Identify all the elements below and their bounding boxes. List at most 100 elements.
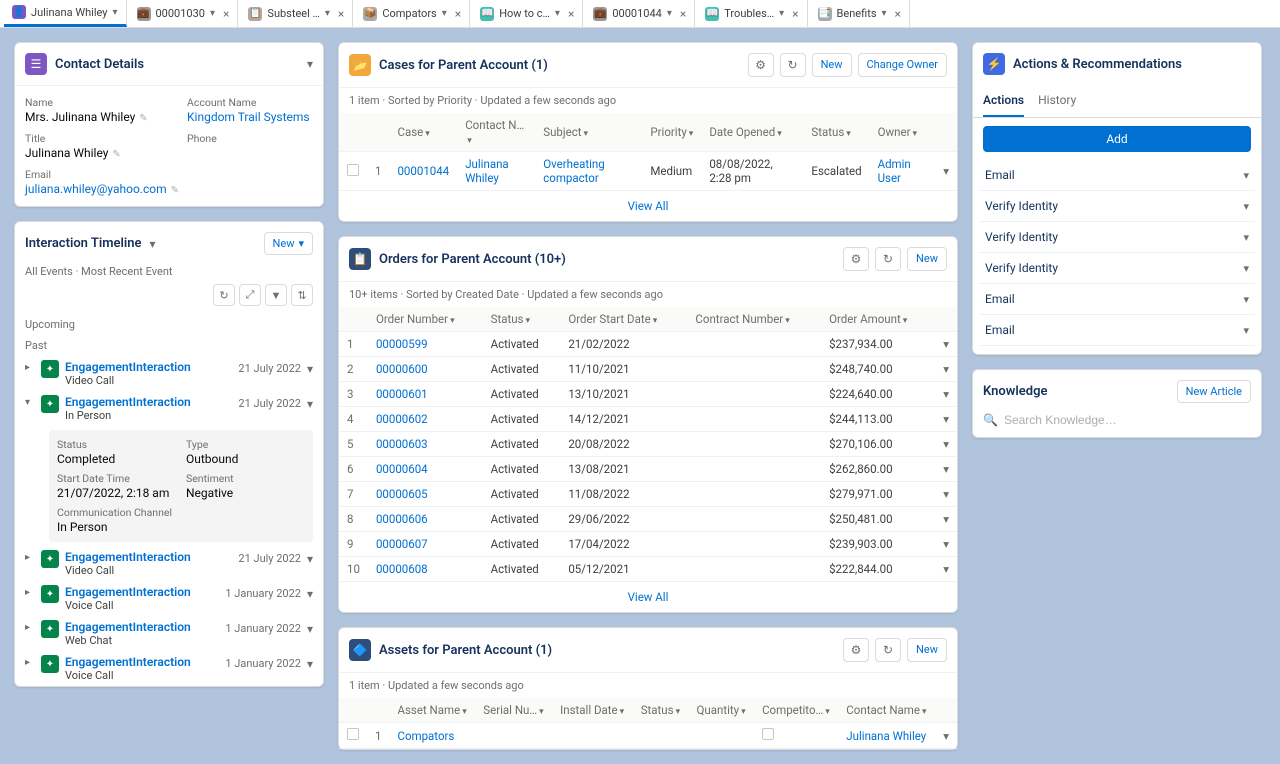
close-icon[interactable]: × bbox=[792, 7, 798, 21]
column-header[interactable]: Contract Number▾ bbox=[687, 307, 821, 332]
chevron-down-icon[interactable]: ▾ bbox=[1243, 262, 1249, 275]
table-row[interactable]: 100000599Activated21/02/2022$237,934.00▾ bbox=[339, 332, 957, 357]
row-menu-icon[interactable]: ▾ bbox=[935, 482, 957, 507]
order-number-link[interactable]: 00000604 bbox=[368, 457, 483, 482]
field-value-email[interactable]: juliana.whiley@yahoo.com✎ bbox=[25, 182, 179, 196]
workspace-tab[interactable]: 📖Troubles…▾× bbox=[697, 0, 807, 27]
chevron-down-icon[interactable]: ▾ bbox=[882, 8, 887, 19]
close-icon[interactable]: × bbox=[338, 7, 344, 21]
table-row[interactable]: 1000000608Activated05/12/2021$222,844.00… bbox=[339, 557, 957, 582]
new-article-button[interactable]: New Article bbox=[1177, 380, 1251, 403]
chevron-down-icon[interactable]: ▾ bbox=[1243, 231, 1249, 244]
table-row[interactable]: 1 00001044 Julinana Whiley Overheating c… bbox=[339, 152, 957, 191]
column-header[interactable]: Owner▾ bbox=[870, 113, 936, 152]
order-number-link[interactable]: 00000607 bbox=[368, 532, 483, 557]
row-menu-icon[interactable]: ▾ bbox=[307, 395, 313, 411]
chevron-down-icon[interactable]: ▾ bbox=[1243, 293, 1249, 306]
chevron-down-icon[interactable]: ▾ bbox=[325, 8, 330, 19]
chevron-down-icon[interactable]: ▾ bbox=[667, 8, 672, 19]
expand-toggle-icon[interactable]: ▾ bbox=[25, 395, 35, 408]
column-header[interactable]: Contact Name▾ bbox=[838, 698, 935, 723]
row-menu-icon[interactable]: ▾ bbox=[307, 585, 313, 601]
column-header[interactable]: Status▾ bbox=[803, 113, 869, 152]
order-number-link[interactable]: 00000599 bbox=[368, 332, 483, 357]
action-item[interactable]: Verify Identity▾ bbox=[979, 191, 1255, 222]
action-item[interactable]: Email▾ bbox=[979, 315, 1255, 346]
column-header[interactable]: Order Amount▾ bbox=[821, 307, 935, 332]
add-action-button[interactable]: Add bbox=[983, 126, 1251, 152]
row-menu-icon[interactable]: ▾ bbox=[935, 382, 957, 407]
case-subject-link[interactable]: Overheating compactor bbox=[535, 152, 642, 191]
row-menu-icon[interactable]: ▾ bbox=[307, 550, 313, 566]
workspace-tab[interactable]: 💼00001030▾× bbox=[129, 0, 239, 27]
workspace-tab[interactable]: 📖How to c…▾× bbox=[472, 0, 583, 27]
row-menu-icon[interactable]: ▾ bbox=[935, 332, 957, 357]
chevron-down-icon[interactable]: ▾ bbox=[1243, 169, 1249, 182]
row-menu-icon[interactable]: ▾ bbox=[307, 655, 313, 671]
expand-toggle-icon[interactable]: ▸ bbox=[25, 620, 35, 633]
cases-gear-button[interactable]: ⚙ bbox=[748, 53, 774, 77]
column-header[interactable]: Contact N…▾ bbox=[457, 113, 535, 152]
order-number-link[interactable]: 00000600 bbox=[368, 357, 483, 382]
cases-new-button[interactable]: New bbox=[812, 53, 852, 77]
timeline-new-button[interactable]: New▾ bbox=[264, 232, 313, 255]
row-checkbox[interactable] bbox=[347, 164, 359, 176]
action-item[interactable]: Email▾ bbox=[979, 284, 1255, 315]
workspace-tab[interactable]: 📦Compators▾× bbox=[355, 0, 470, 27]
case-owner-link[interactable]: Admin User bbox=[870, 152, 936, 191]
timeline-item[interactable]: ▸✦EngagementInteractionVideo Call21 July… bbox=[15, 546, 323, 581]
timeline-item-title[interactable]: EngagementInteraction bbox=[65, 585, 219, 599]
orders-view-all-link[interactable]: View All bbox=[628, 590, 669, 604]
timeline-item-title[interactable]: EngagementInteraction bbox=[65, 620, 219, 634]
edit-icon[interactable]: ✎ bbox=[171, 185, 179, 196]
orders-refresh-button[interactable]: ↻ bbox=[875, 247, 901, 271]
row-menu-icon[interactable]: ▾ bbox=[935, 432, 957, 457]
field-value-account[interactable]: Kingdom Trail Systems bbox=[187, 110, 313, 124]
row-checkbox[interactable] bbox=[347, 728, 359, 740]
action-item[interactable]: Verify Identity▾ bbox=[979, 222, 1255, 253]
timeline-filter-icon[interactable]: ▼ bbox=[265, 284, 287, 306]
action-item[interactable]: Verify Identity▾ bbox=[979, 253, 1255, 284]
column-header[interactable]: Date Opened▾ bbox=[701, 113, 803, 152]
close-icon[interactable]: × bbox=[680, 7, 686, 21]
workspace-tab[interactable]: 👤Julinana Whiley▾ bbox=[4, 0, 127, 27]
close-icon[interactable]: × bbox=[455, 7, 461, 21]
row-menu-icon[interactable]: ▾ bbox=[935, 507, 957, 532]
chevron-down-icon[interactable]: ▾ bbox=[555, 8, 560, 19]
table-row[interactable]: 600000604Activated13/08/2021$262,860.00▾ bbox=[339, 457, 957, 482]
asset-name-link[interactable]: Compators bbox=[389, 723, 475, 749]
timeline-expand-all-icon[interactable]: ⤢ bbox=[239, 284, 261, 306]
cases-change-owner-button[interactable]: Change Owner bbox=[858, 53, 947, 77]
row-menu-icon[interactable]: ▾ bbox=[935, 457, 957, 482]
close-icon[interactable]: × bbox=[895, 7, 901, 21]
chevron-down-icon[interactable]: ▾ bbox=[442, 8, 447, 19]
column-header[interactable]: Quantity▾ bbox=[688, 698, 754, 723]
timeline-item-title[interactable]: EngagementInteraction bbox=[65, 655, 219, 669]
column-header[interactable]: Serial Nu…▾ bbox=[475, 698, 552, 723]
order-number-link[interactable]: 00000603 bbox=[368, 432, 483, 457]
timeline-item[interactable]: ▾✦EngagementInteractionIn Person21 July … bbox=[15, 391, 323, 426]
actions-tab[interactable]: Actions bbox=[983, 85, 1024, 117]
close-icon[interactable]: × bbox=[223, 7, 229, 21]
timeline-item[interactable]: ▸✦EngagementInteractionVoice Call1 Janua… bbox=[15, 581, 323, 616]
timeline-settings-icon[interactable]: ⇅ bbox=[291, 284, 313, 306]
table-row[interactable]: 800000606Activated29/06/2022$250,481.00▾ bbox=[339, 507, 957, 532]
timeline-item[interactable]: ▸✦EngagementInteractionVideo Call21 July… bbox=[15, 356, 323, 391]
column-header[interactable]: Order Number▾ bbox=[368, 307, 483, 332]
action-item[interactable]: Email▾ bbox=[979, 160, 1255, 191]
assets-refresh-button[interactable]: ↻ bbox=[875, 638, 901, 662]
workspace-tab[interactable]: 📋Substeel …▾× bbox=[240, 0, 353, 27]
workspace-tab[interactable]: 📑Benefits▾× bbox=[810, 0, 910, 27]
timeline-item[interactable]: ▸✦EngagementInteractionVoice Call1 Janua… bbox=[15, 651, 323, 686]
chevron-down-icon[interactable]: ▾ bbox=[112, 7, 117, 18]
cases-refresh-button[interactable]: ↻ bbox=[780, 53, 806, 77]
edit-icon[interactable]: ✎ bbox=[112, 149, 120, 160]
column-header[interactable]: Case▾ bbox=[389, 113, 457, 152]
orders-gear-button[interactable]: ⚙ bbox=[843, 247, 869, 271]
timeline-item-title[interactable]: EngagementInteraction bbox=[65, 395, 232, 409]
expand-toggle-icon[interactable]: ▸ bbox=[25, 360, 35, 373]
timeline-item-title[interactable]: EngagementInteraction bbox=[65, 360, 232, 374]
table-row[interactable]: 900000607Activated17/04/2022$239,903.00▾ bbox=[339, 532, 957, 557]
case-number-link[interactable]: 00001044 bbox=[389, 152, 457, 191]
column-header[interactable]: Status▾ bbox=[483, 307, 561, 332]
